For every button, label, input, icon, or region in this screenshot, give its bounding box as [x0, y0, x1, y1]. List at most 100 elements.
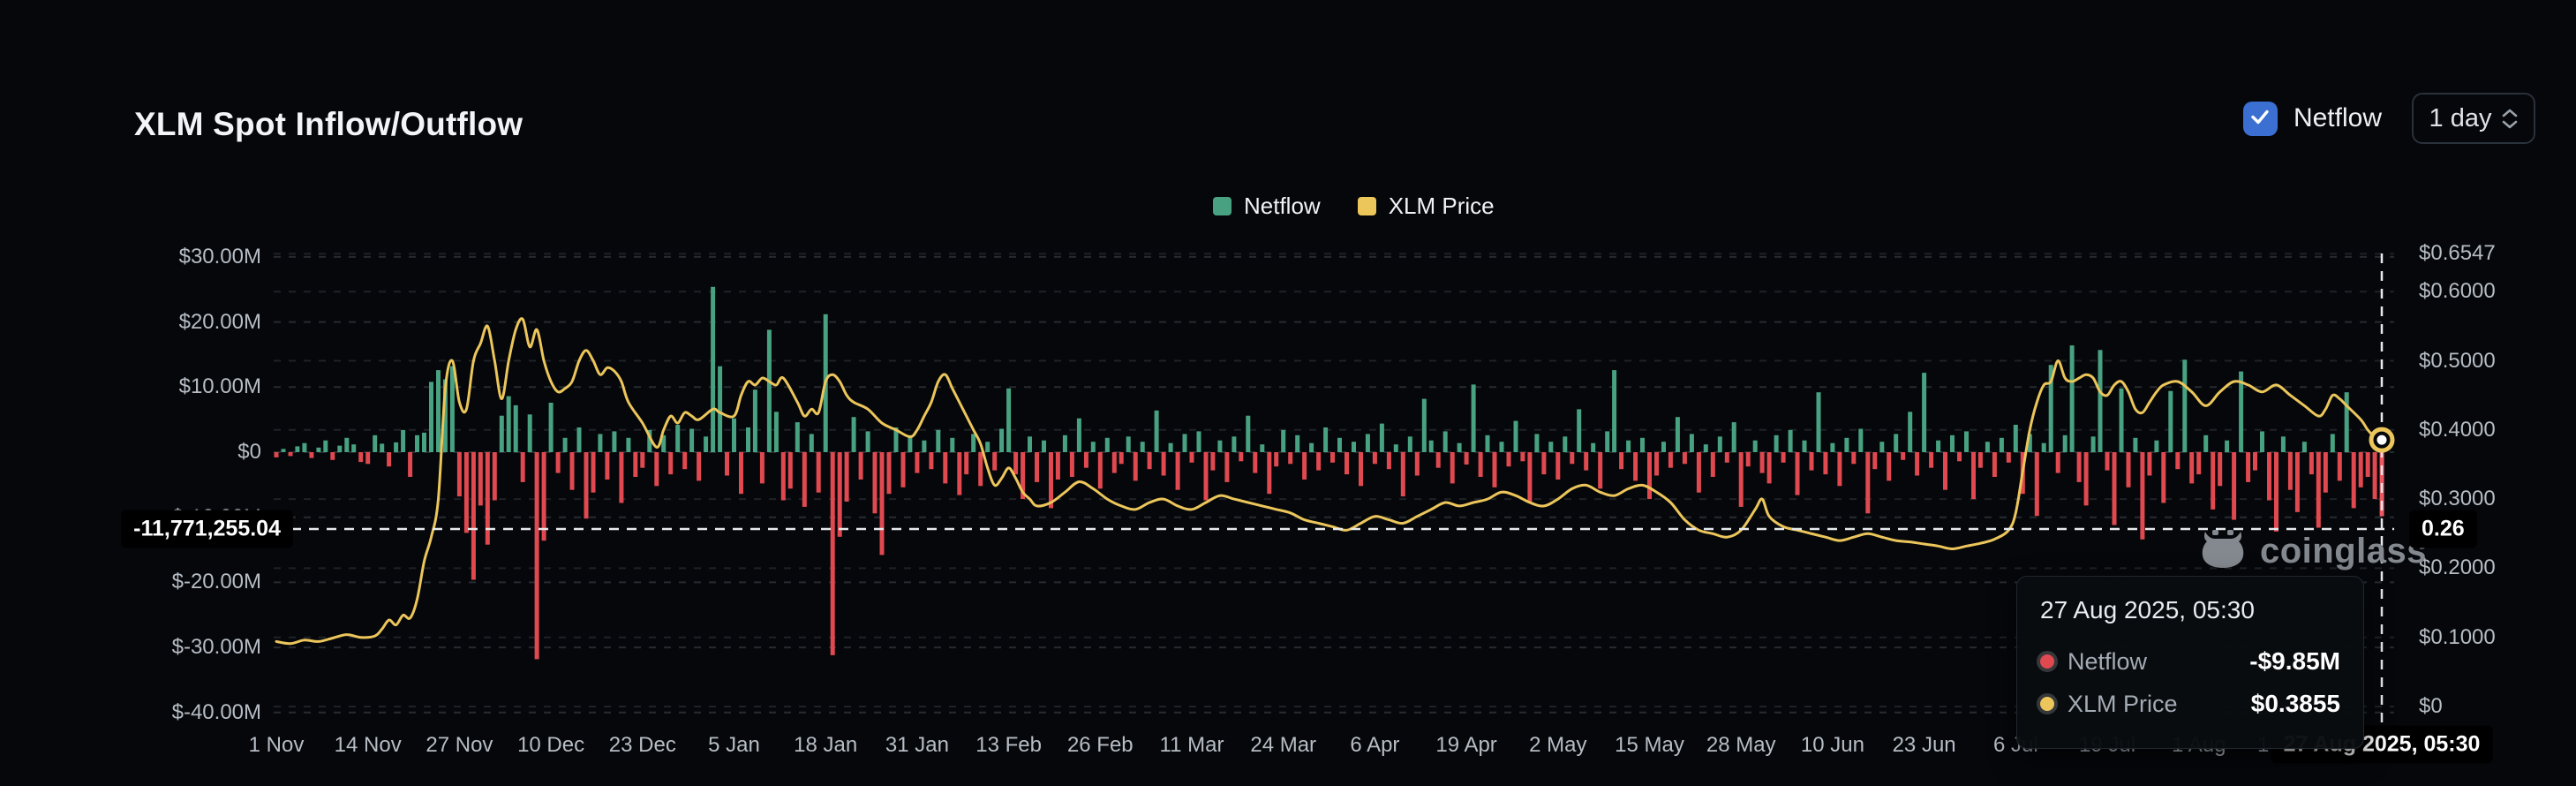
- netflow-bar: [1112, 452, 1117, 473]
- netflow-bar: [852, 417, 856, 452]
- netflow-bar: [2253, 452, 2257, 471]
- netflow-bar: [1295, 435, 1299, 452]
- netflow-bar: [1661, 442, 1666, 452]
- netflow-bar: [817, 452, 821, 493]
- netflow-bar: [1134, 452, 1138, 480]
- netflow-bar: [289, 452, 293, 456]
- netflow-bar: [1190, 452, 1194, 463]
- netflow-bar: [457, 452, 462, 496]
- netflow-bar: [422, 433, 426, 452]
- netflow-bar: [436, 370, 441, 452]
- x-axis-tick: 10 Jun: [1801, 733, 1864, 758]
- netflow-bar: [1224, 452, 1229, 482]
- netflow-bar: [1457, 443, 1462, 452]
- x-axis-tick: 19 Apr: [1435, 733, 1496, 758]
- netflow-bar: [1141, 442, 1145, 452]
- netflow-bar: [1486, 435, 1490, 452]
- netflow-bar: [1344, 452, 1349, 474]
- netflow-bar: [2373, 452, 2377, 499]
- y-axis-tick-right: $0.5000: [2419, 349, 2496, 374]
- netflow-bar: [542, 452, 546, 540]
- netflow-bar: [591, 452, 596, 493]
- netflow-bar: [1514, 421, 1518, 452]
- y-axis-tick-right: $0.1000: [2419, 625, 2496, 650]
- netflow-bar: [1415, 452, 1420, 476]
- netflow-bar: [2309, 452, 2314, 474]
- netflow-bar: [323, 441, 328, 452]
- netflow-bar: [2302, 442, 2307, 452]
- netflow-bar: [337, 446, 342, 452]
- x-axis-tick: 1 Nov: [249, 733, 305, 758]
- netflow-bar: [2056, 452, 2060, 473]
- y-axis-tick-left: $10.00M: [179, 374, 261, 399]
- netflow-bar: [394, 442, 398, 452]
- netflow-bar: [1366, 434, 1370, 452]
- netflow-bar: [1796, 452, 1800, 495]
- netflow-bar: [2203, 435, 2208, 452]
- netflow-bar: [1817, 392, 1821, 452]
- netflow-bar: [316, 448, 320, 452]
- netflow-bar: [1676, 417, 1680, 452]
- x-axis-tick: 28 May: [1706, 733, 1776, 758]
- crosshair-netflow-label: -11,771,255.04: [121, 510, 293, 548]
- netflow-bar: [1527, 452, 1532, 502]
- coinglass-bull-icon: [2200, 530, 2246, 573]
- netflow-bar: [2359, 452, 2363, 487]
- netflow-bar: [1872, 452, 1877, 469]
- netflow-bar: [654, 452, 659, 486]
- netflow-bar: [760, 452, 765, 483]
- netflow-bar: [2147, 452, 2151, 476]
- netflow-bar: [1718, 436, 1722, 452]
- netflow-bar: [2063, 435, 2068, 452]
- netflow-bar: [2007, 452, 2011, 463]
- netflow-bar: [1084, 452, 1088, 468]
- netflow-bar: [1985, 442, 1990, 452]
- netflow-bar: [1105, 438, 1110, 452]
- crosshair-price-label: 0.26: [2409, 510, 2477, 548]
- netflow-bar: [1570, 452, 1574, 464]
- netflow-bar: [732, 419, 736, 452]
- netflow-bar: [619, 452, 623, 503]
- netflow-bar: [365, 452, 370, 464]
- netflow-bar: [2338, 452, 2342, 480]
- netflow-bar: [999, 429, 1004, 453]
- y-axis-tick-left: $20.00M: [179, 310, 261, 335]
- netflow-bar: [1584, 452, 1588, 471]
- netflow-bar: [1465, 452, 1469, 465]
- netflow-bar: [1316, 452, 1321, 471]
- netflow-bar: [493, 452, 497, 501]
- netflow-bar: [1887, 452, 1891, 480]
- netflow-bar: [2113, 452, 2117, 525]
- netflow-bar: [563, 438, 568, 452]
- netflow-bar: [1725, 452, 1729, 463]
- netflow-bar: [1380, 424, 1384, 452]
- netflow-bar: [1337, 438, 1342, 452]
- y-axis-tick-left: $-40.00M: [172, 700, 261, 725]
- netflow-bar: [1210, 452, 1215, 471]
- netflow-bar: [1563, 436, 1567, 452]
- netflow-bar: [936, 430, 940, 452]
- chart-tooltip: 27 Aug 2025, 05:30 Netflow -$9.85M XLM P…: [2016, 576, 2364, 749]
- netflow-bar: [1155, 411, 1159, 452]
- netflow-bar: [781, 452, 786, 501]
- netflow-bar: [549, 403, 554, 452]
- netflow-bar: [1964, 431, 1969, 452]
- x-axis-tick: 2 May: [1529, 733, 1586, 758]
- netflow-bar: [387, 452, 391, 466]
- x-axis-tick: 23 Dec: [609, 733, 676, 758]
- netflow-bar: [2196, 452, 2201, 474]
- netflow-bar: [992, 452, 997, 471]
- netflow-bar: [640, 452, 644, 468]
- netflow-bar: [584, 452, 589, 518]
- netflow-bar: [1753, 441, 1758, 452]
- netflow-bar: [1865, 452, 1870, 513]
- netflow-bar: [1281, 430, 1285, 452]
- netflow-bar: [358, 452, 363, 462]
- netflow-bar: [2331, 434, 2335, 452]
- x-axis-tick: 31 Jan: [885, 733, 949, 758]
- netflow-bar: [1063, 435, 1067, 452]
- netflow-bar: [1288, 452, 1292, 464]
- x-axis-tick: 11 Mar: [1160, 733, 1224, 758]
- netflow-bar: [275, 452, 279, 457]
- netflow-bar: [1119, 452, 1124, 464]
